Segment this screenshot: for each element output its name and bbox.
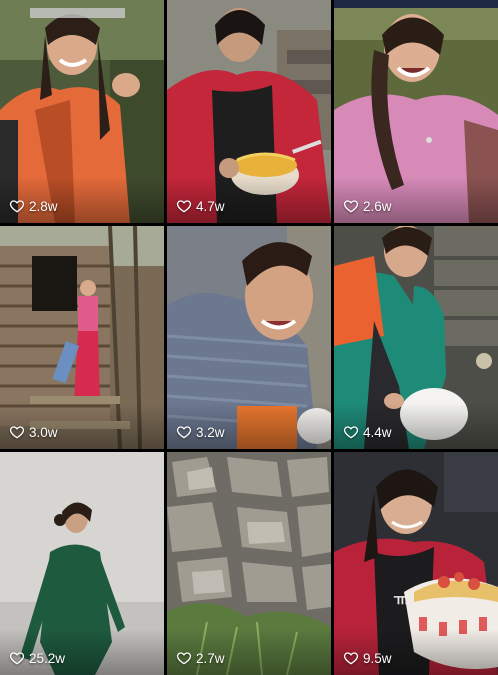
heart-outline-icon [176,426,192,439]
heart-outline-icon [9,426,25,439]
like-count: 2.7w [176,650,225,666]
heart-outline-icon [343,200,359,213]
like-count: 3.0w [9,424,58,440]
like-count: 4.4w [343,424,392,440]
like-count-text: 2.6w [363,198,392,214]
like-count-text: 2.7w [196,650,225,666]
heart-outline-icon [343,426,359,439]
heart-outline-icon [9,200,25,213]
like-count-text: 4.4w [363,424,392,440]
like-count: 4.7w [176,198,225,214]
heart-outline-icon [343,652,359,665]
like-count-text: 3.2w [196,424,225,440]
video-tile[interactable]: 4.7w [167,0,331,223]
like-count-text: 3.0w [29,424,58,440]
video-tile[interactable]: ᚃ 9.5w [334,452,498,675]
like-count-text: 25.2w [29,650,66,666]
like-count: 2.8w [9,198,58,214]
video-tile[interactable]: 2.8w [0,0,164,223]
like-count-text: 9.5w [363,650,392,666]
like-count-text: 2.8w [29,198,58,214]
video-tile[interactable]: 4.4w [334,226,498,449]
like-count: 3.2w [176,424,225,440]
video-grid: 2.8w 4.7w 2.6w 3.0w 3.2w 4.4w 25.2w 2.7w… [0,0,498,675]
heart-outline-icon [9,652,25,665]
video-tile[interactable]: 3.0w [0,226,164,449]
like-count: 25.2w [9,650,65,666]
heart-outline-icon [176,652,192,665]
video-tile[interactable]: 2.7w [167,452,331,675]
like-count: 9.5w [343,650,392,666]
video-tile[interactable]: 2.6w [334,0,498,223]
video-tile[interactable]: 3.2w [167,226,331,449]
heart-outline-icon [176,200,192,213]
like-count-text: 4.7w [196,198,225,214]
video-tile[interactable]: 25.2w [0,452,164,675]
like-count: 2.6w [343,198,392,214]
